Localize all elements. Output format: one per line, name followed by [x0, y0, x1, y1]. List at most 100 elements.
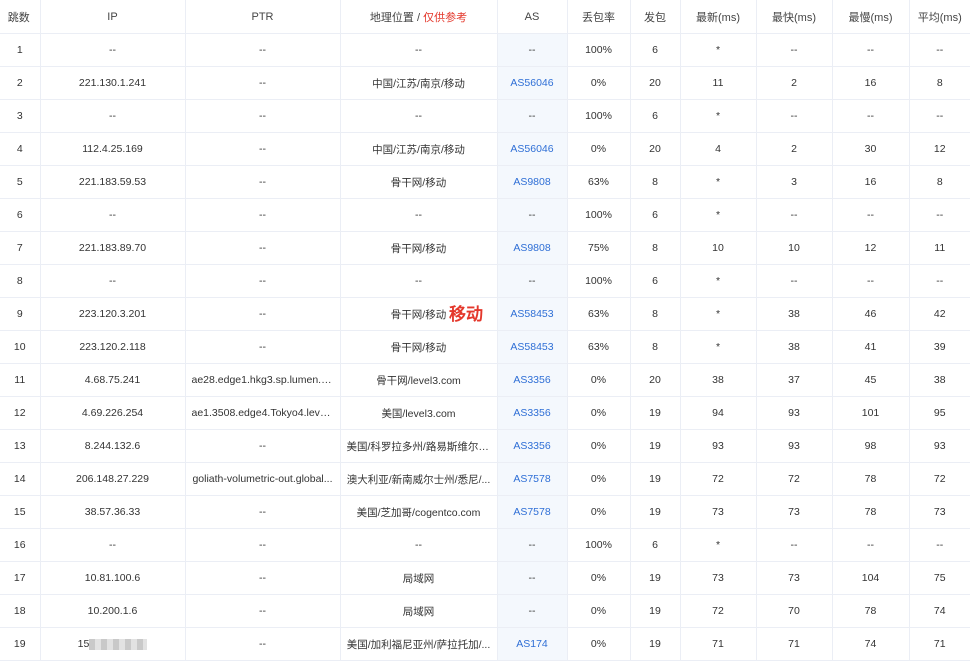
cell-as: --: [496, 198, 567, 232]
cell-geo: 美国/科罗拉多州/路易斯维尔/l...: [339, 429, 497, 463]
cell-sent: 6: [629, 264, 680, 298]
cell-geo: 骨干网/移动: [339, 330, 497, 364]
cell-worst: 104: [831, 561, 909, 595]
cell-sent: 20: [629, 363, 680, 397]
table-row[interactable]: 8 -- -- -- -- 100% 6 * -- -- --: [0, 264, 970, 298]
cell-ptr: --: [184, 231, 340, 265]
as-link[interactable]: AS9808: [513, 242, 550, 254]
table-row[interactable]: 1 -- -- -- -- 100% 6 * -- -- --: [0, 33, 970, 67]
cell-geo: 局域网: [339, 594, 497, 628]
table-row[interactable]: 15 38.57.36.33 -- 美国/芝加哥/cogentco.com AS7578…: [0, 495, 970, 529]
table-row[interactable]: 17 10.81.100.6 -- 局域网 -- 0% 19 73 73 104 75: [0, 561, 970, 595]
col-hop[interactable]: 跳数: [0, 0, 40, 34]
as-link[interactable]: AS56046: [510, 77, 553, 89]
cell-ptr: --: [184, 33, 340, 67]
table-row[interactable]: 2 221.130.1.241 -- 中国/江苏/南京/移动 AS56046 0% 20 11…: [0, 66, 970, 100]
cell-hop: 13: [0, 429, 40, 463]
as-link[interactable]: AS7578: [513, 473, 550, 485]
table-row[interactable]: 14 206.148.27.229 goliath-volumetric-out.g…: [0, 462, 970, 496]
cell-as: AS58453: [496, 330, 567, 364]
col-best[interactable]: 最快(ms): [755, 0, 832, 34]
col-sent[interactable]: 发包: [629, 0, 680, 34]
cell-as: --: [496, 594, 567, 628]
table-row[interactable]: 10 223.120.2.118 -- 骨干网/移动 AS58453 63% 8 * 38 41 3…: [0, 330, 970, 364]
table-row[interactable]: 13 8.244.132.6 -- 美国/科罗拉多州/路易斯维尔/l... AS3356…: [0, 429, 970, 463]
cell-geo: 骨干网/移动: [339, 231, 497, 265]
table-row[interactable]: 3 -- -- -- -- 100% 6 * -- -- --: [0, 99, 970, 133]
table-row[interactable]: 16 -- -- -- -- 100% 6 * -- -- --: [0, 528, 970, 562]
cell-ptr: --: [184, 429, 340, 463]
cell-loss: 0%: [566, 429, 630, 463]
cell-last: *: [679, 165, 756, 199]
cell-ip: 10.200.1.6: [39, 594, 185, 628]
as-link[interactable]: AS174: [516, 638, 548, 650]
table-row[interactable]: 12 4.69.226.254 ae1.3508.edge4.Tokyo4.leve…: [0, 396, 970, 430]
cell-loss: 100%: [566, 198, 630, 232]
cell-worst: --: [831, 264, 909, 298]
cell-geo: 骨干网/level3.com: [339, 363, 497, 397]
cell-hop: 1: [0, 33, 40, 67]
col-geo[interactable]: 地理位置 / 仅供参考: [339, 0, 497, 34]
table-row[interactable]: 4 112.4.25.169 -- 中国/江苏/南京/移动 AS56046 0% 20 4 2 3…: [0, 132, 970, 166]
as-link[interactable]: AS58453: [510, 341, 553, 353]
cell-best: 72: [755, 462, 832, 496]
cell-hop: 17: [0, 561, 40, 595]
table-row[interactable]: 7 221.183.89.70 -- 骨干网/移动 AS9808 75% 8 10 10 12 11: [0, 231, 970, 265]
ip-text: 15: [77, 638, 90, 650]
col-avg[interactable]: 平均(ms): [908, 0, 970, 34]
cell-loss: 0%: [566, 495, 630, 529]
cell-worst: 16: [831, 66, 909, 100]
cell-best: --: [755, 33, 832, 67]
cell-hop: 12: [0, 396, 40, 430]
table-row[interactable]: 19 15 -- 美国/加利福尼亚州/萨拉托加/... AS174 0% 19 71 71 74 7…: [0, 627, 970, 661]
cell-as: --: [496, 33, 567, 67]
as-link[interactable]: AS3356: [513, 374, 550, 386]
as-link[interactable]: AS7578: [513, 506, 550, 518]
cell-best: 38: [755, 330, 832, 364]
cell-as: AS9808: [496, 231, 567, 265]
cell-ptr: --: [184, 594, 340, 628]
col-ptr[interactable]: PTR: [184, 0, 340, 34]
table-row[interactable]: 18 10.200.1.6 -- 局域网 -- 0% 19 72 70 78 74: [0, 594, 970, 628]
cell-geo: --: [339, 33, 497, 67]
cell-ptr: --: [184, 264, 340, 298]
table-row[interactable]: 9 223.120.3.201 -- 骨干网/移动 AS58453 63% 8 * 38 46 42: [0, 297, 970, 331]
cell-ip: 221.130.1.241: [39, 66, 185, 100]
cell-sent: 8: [629, 165, 680, 199]
col-geo-label: 地理位置: [369, 11, 414, 24]
cell-hop: 8: [0, 264, 40, 298]
cell-loss: 75%: [566, 231, 630, 265]
col-last[interactable]: 最新(ms): [679, 0, 756, 34]
col-as[interactable]: AS: [496, 0, 567, 34]
as-link: --: [528, 539, 536, 551]
as-link[interactable]: AS58453: [510, 308, 553, 320]
table-row[interactable]: 6 -- -- -- -- 100% 6 * -- -- --: [0, 198, 970, 232]
col-worst[interactable]: 最慢(ms): [831, 0, 909, 34]
cell-sent: 19: [629, 561, 680, 595]
col-ip[interactable]: IP: [39, 0, 185, 34]
col-loss[interactable]: 丢包率: [566, 0, 630, 34]
cell-worst: 41: [831, 330, 909, 364]
cell-ptr: ae1.3508.edge4.Tokyo4.level...: [184, 396, 340, 430]
cell-ip: 221.183.89.70: [39, 231, 185, 265]
as-link[interactable]: AS3356: [513, 407, 550, 419]
cell-worst: 74: [831, 627, 909, 661]
table-row[interactable]: 11 4.68.75.241 ae28.edge1.hkg3.sp.lumen.te…: [0, 363, 970, 397]
cell-ip: 223.120.3.201: [39, 297, 185, 331]
cell-best: --: [755, 264, 832, 298]
cell-ip: 15: [39, 627, 185, 661]
cell-as: --: [496, 99, 567, 133]
redacted-ip-mask: [89, 638, 148, 650]
table-row[interactable]: 5 221.183.59.53 -- 骨干网/移动 AS9808 63% 8 * 3 16 8: [0, 165, 970, 199]
cell-ptr: --: [184, 66, 340, 100]
as-link[interactable]: AS3356: [513, 440, 550, 452]
cell-worst: 78: [831, 594, 909, 628]
cell-last: 73: [679, 561, 756, 595]
cell-sent: 19: [629, 396, 680, 430]
as-link[interactable]: AS9808: [513, 176, 550, 188]
as-link[interactable]: AS56046: [510, 143, 553, 155]
cell-ip: 4.68.75.241: [39, 363, 185, 397]
cell-sent: 20: [629, 132, 680, 166]
cell-loss: 63%: [566, 297, 630, 331]
cell-avg: 8: [908, 66, 970, 100]
